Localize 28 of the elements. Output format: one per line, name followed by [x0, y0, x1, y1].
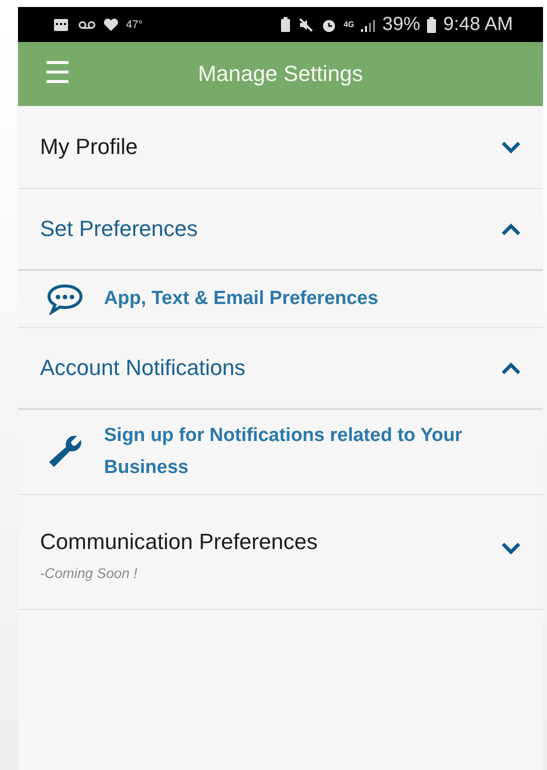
- network-text: 4G: [344, 20, 354, 29]
- calendar-icon: [53, 16, 71, 32]
- chevron-down-icon: [501, 542, 521, 555]
- temperature-text: 47°: [126, 18, 143, 30]
- signal-icon: [361, 18, 376, 32]
- mute-icon: [298, 16, 314, 32]
- section-header[interactable]: Account Notifications: [18, 328, 543, 410]
- section-header[interactable]: My Profile: [18, 106, 543, 188]
- clock-text: 9:48 AM: [443, 14, 513, 36]
- section-title: Communication Preferences: [40, 529, 318, 555]
- section-title: Set Preferences: [40, 216, 198, 242]
- chevron-up-icon: [501, 222, 521, 236]
- battery-percent: 39%: [382, 14, 420, 36]
- coming-soon-note: -Coming Soon !: [39, 564, 138, 583]
- chevron-down-icon: [501, 140, 521, 154]
- settings-link[interactable]: App, Text & Email Preferences: [18, 271, 543, 327]
- heart-icon: [103, 18, 119, 32]
- battery-saver-icon: [280, 16, 291, 32]
- voicemail-icon: [78, 20, 96, 30]
- section-header[interactable]: Set Preferences: [18, 189, 543, 271]
- section-header[interactable]: Communication Preferences: [18, 495, 543, 561]
- chevron-up-icon: [501, 362, 521, 374]
- section-title: Account Notifications: [40, 355, 246, 381]
- battery-icon: [427, 16, 436, 32]
- settings-link[interactable]: Sign up for Notifications related to Your Business: [18, 410, 543, 494]
- chat-bubble-icon: [46, 283, 84, 315]
- header-title: Manage Settings: [198, 61, 364, 87]
- section-title: My Profile: [40, 134, 138, 160]
